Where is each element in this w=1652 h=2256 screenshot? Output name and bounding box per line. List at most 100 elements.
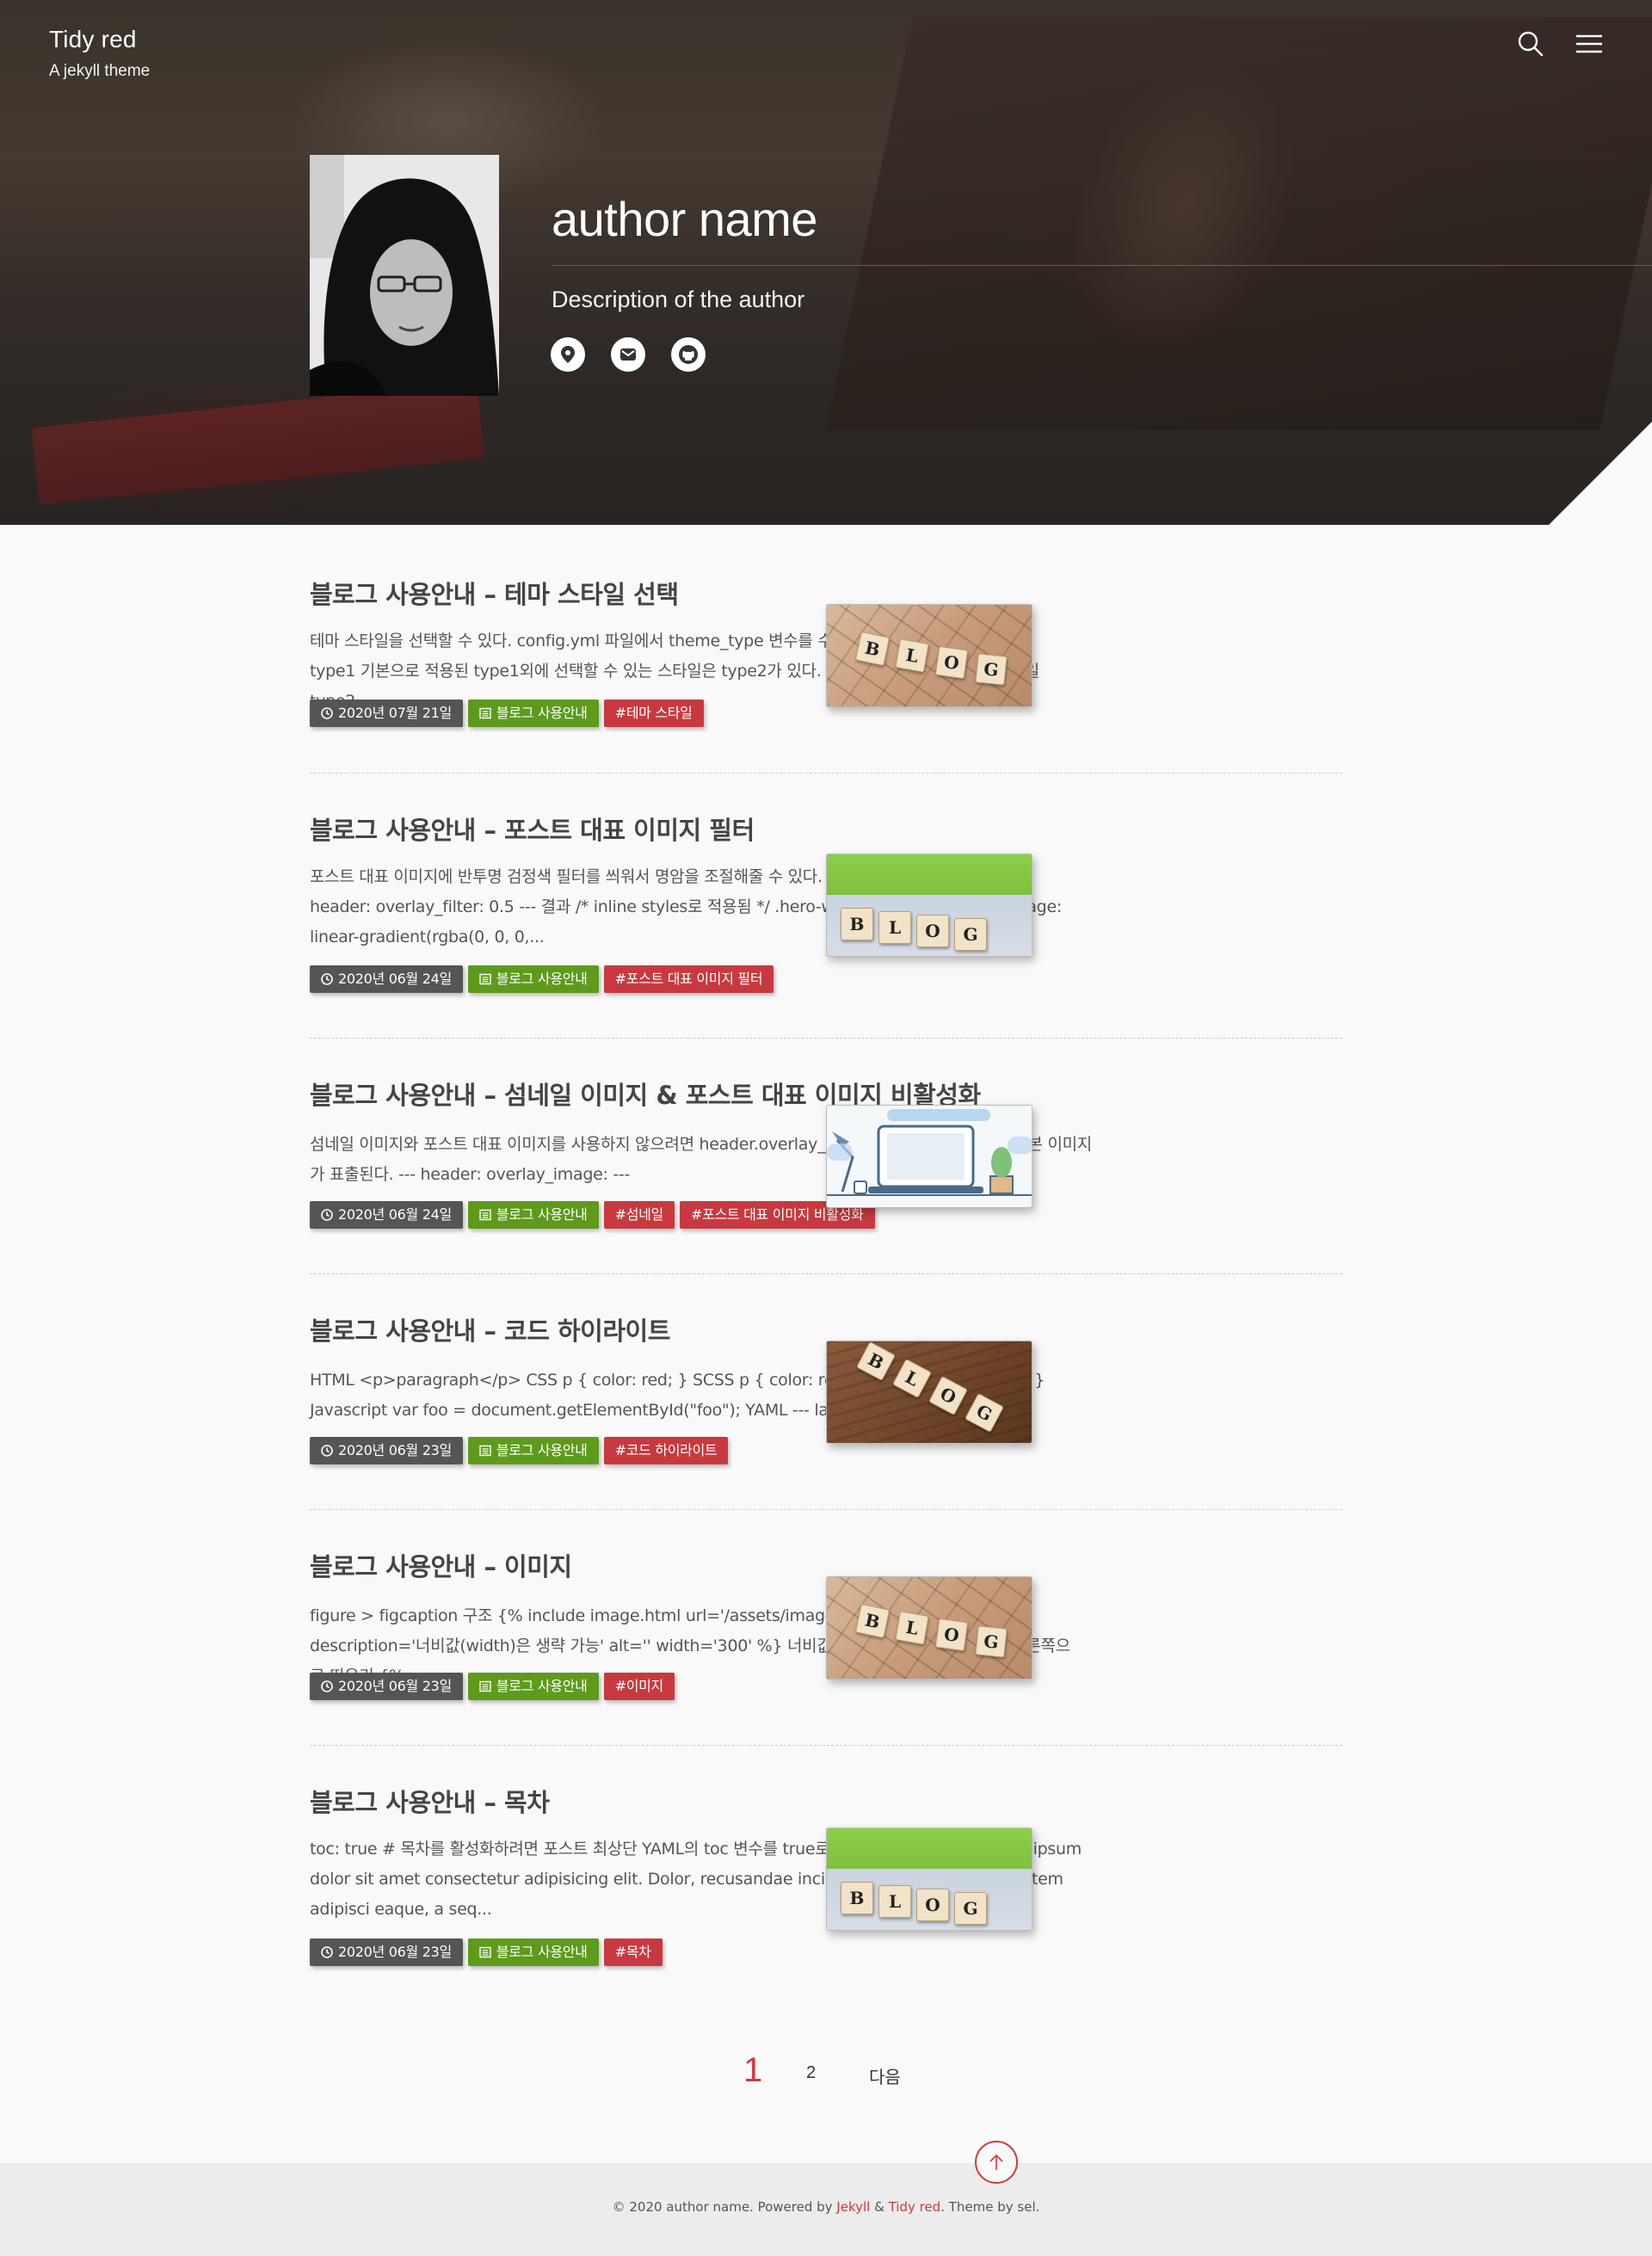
- post-thumbnail[interactable]: B L O G: [826, 604, 1032, 707]
- post-divider: [310, 1038, 1342, 1039]
- post-category: 블로그 사용안내: [496, 971, 588, 987]
- post-divider: [310, 1509, 1342, 1510]
- letter-block: B: [841, 1882, 873, 1914]
- post-tags: 2020년 06월 23일 블로그 사용안내 #코드 하이라이트: [310, 1437, 729, 1464]
- desk-illustration: [827, 1109, 1032, 1196]
- site-subtitle: A jekyll theme: [49, 62, 151, 80]
- post-category-badge[interactable]: 블로그 사용안내: [467, 1201, 599, 1229]
- back-to-top-button[interactable]: [975, 2141, 1018, 2184]
- post-thumbnail[interactable]: B L O G: [826, 1828, 1032, 1931]
- post-tags: 2020년 06월 24일 블로그 사용안내 #포스트 대표 이미지 필터: [310, 965, 774, 993]
- post-tags: 2020년 06월 24일 블로그 사용안내 #섬네일 #포스트 대표 이미지 …: [310, 1201, 875, 1229]
- location-pin-icon[interactable]: [551, 337, 585, 372]
- letter-block: L: [892, 1359, 932, 1398]
- letter-block: B: [856, 1341, 896, 1381]
- post-tag[interactable]: #포스트 대표 이미지 필터: [603, 965, 774, 993]
- post-tag[interactable]: #코드 하이라이트: [603, 1437, 729, 1464]
- post-tag[interactable]: #테마 스타일: [603, 700, 704, 727]
- post-title[interactable]: 블로그 사용안내 – 포스트 대표 이미지 필터: [310, 811, 755, 847]
- letter-block: G: [975, 653, 1008, 686]
- post-category: 블로그 사용안내: [496, 705, 588, 721]
- post-date: 2020년 06월 23일: [338, 1442, 452, 1458]
- letter-block: B: [841, 908, 873, 940]
- pagination-next-link[interactable]: 다음: [869, 2063, 901, 2088]
- post-tags: 2020년 06월 23일 블로그 사용안내 #목차: [310, 1939, 663, 1966]
- letter-block: G: [965, 1393, 1004, 1433]
- pagination-current-page: 1: [743, 2051, 763, 2089]
- post-category-badge[interactable]: 블로그 사용안내: [467, 1939, 599, 1966]
- list-icon: [479, 1946, 491, 1958]
- post-title[interactable]: 블로그 사용안내 – 목차: [310, 1783, 550, 1819]
- post-date: 2020년 06월 23일: [338, 1678, 452, 1694]
- post-tag[interactable]: #섬네일: [603, 1201, 675, 1229]
- github-icon[interactable]: [671, 337, 706, 372]
- post-category: 블로그 사용안내: [496, 1206, 588, 1223]
- clock-icon: [321, 1680, 333, 1692]
- letter-block: B: [854, 1603, 891, 1639]
- clock-icon: [321, 1209, 333, 1221]
- letter-block: O: [934, 1618, 969, 1652]
- post-tags: 2020년 06월 23일 블로그 사용안내 #이미지: [310, 1673, 675, 1700]
- post-date-badge: 2020년 06월 24일: [310, 965, 463, 993]
- letter-block: G: [975, 1625, 1008, 1658]
- post-date: 2020년 06월 23일: [338, 1944, 452, 1960]
- author-avatar: [310, 155, 499, 396]
- post-category-badge[interactable]: 블로그 사용안내: [467, 700, 599, 727]
- post-category-badge[interactable]: 블로그 사용안내: [467, 965, 599, 993]
- arrow-up-icon: [989, 2154, 1003, 2170]
- post-date: 2020년 06월 24일: [338, 1206, 452, 1223]
- post-divider: [310, 1273, 1342, 1274]
- footer-separator: &: [870, 2199, 889, 2215]
- clock-icon: [321, 707, 333, 719]
- footer-prefix: © 2020 author name. Powered by: [612, 2199, 837, 2215]
- letter-block: L: [878, 1885, 911, 1918]
- post-category: 블로그 사용안내: [496, 1442, 588, 1458]
- post-divider: [310, 773, 1342, 774]
- post-tags: 2020년 07월 21일 블로그 사용안내 #테마 스타일: [310, 700, 704, 727]
- letter-block: L: [895, 638, 929, 673]
- post-title[interactable]: 블로그 사용안내 – 이미지: [310, 1547, 572, 1583]
- list-icon: [479, 1680, 491, 1692]
- post-date: 2020년 06월 24일: [338, 971, 452, 987]
- post-date-badge: 2020년 06월 23일: [310, 1437, 463, 1464]
- post-tag[interactable]: #목차: [603, 1939, 663, 1966]
- post-tag[interactable]: #이미지: [603, 1673, 675, 1700]
- footer-theme-link[interactable]: Tidy red: [889, 2199, 941, 2215]
- post-thumbnail[interactable]: B L O G: [826, 854, 1032, 957]
- post-thumbnail[interactable]: [826, 1105, 1032, 1208]
- search-icon[interactable]: [1516, 29, 1545, 59]
- site-title[interactable]: Tidy red: [49, 26, 137, 53]
- post-category-badge[interactable]: 블로그 사용안내: [467, 1673, 599, 1700]
- clock-icon: [321, 1946, 333, 1958]
- post-date-badge: 2020년 06월 24일: [310, 1201, 463, 1229]
- footer-jekyll-link[interactable]: Jekyll: [836, 2199, 870, 2215]
- letter-block: O: [934, 645, 969, 680]
- pagination-page-2[interactable]: 2: [806, 2063, 816, 2083]
- clock-icon: [321, 1445, 333, 1457]
- hamburger-menu-icon[interactable]: [1575, 33, 1603, 55]
- list-icon: [479, 1209, 491, 1221]
- post-title[interactable]: 블로그 사용안내 – 코드 하이라이트: [310, 1311, 670, 1347]
- letter-block: G: [954, 1892, 987, 1925]
- envelope-icon[interactable]: [611, 337, 645, 372]
- post-divider: [310, 1745, 1342, 1746]
- post-date: 2020년 07월 21일: [338, 705, 452, 721]
- post-category: 블로그 사용안내: [496, 1944, 588, 1960]
- post-category: 블로그 사용안내: [496, 1678, 588, 1694]
- letter-block: O: [928, 1376, 968, 1415]
- post-title[interactable]: 블로그 사용안내 – 테마 스타일 선택: [310, 575, 679, 611]
- footer-suffix: . Theme by sel.: [940, 2199, 1040, 2215]
- post-thumbnail[interactable]: B L O G: [826, 1576, 1032, 1680]
- post-date-badge: 2020년 06월 23일: [310, 1673, 463, 1700]
- letter-block: O: [916, 915, 949, 947]
- post-date-badge: 2020년 07월 21일: [310, 700, 463, 727]
- letter-block: B: [854, 631, 891, 667]
- list-icon: [479, 707, 491, 719]
- post-category-badge[interactable]: 블로그 사용안내: [467, 1437, 599, 1464]
- author-name: author name: [552, 192, 817, 246]
- letter-block: L: [895, 1611, 929, 1645]
- post-thumbnail[interactable]: B L O G: [826, 1341, 1032, 1444]
- letter-block: G: [954, 918, 987, 951]
- list-icon: [479, 973, 491, 985]
- author-divider: [552, 265, 1652, 266]
